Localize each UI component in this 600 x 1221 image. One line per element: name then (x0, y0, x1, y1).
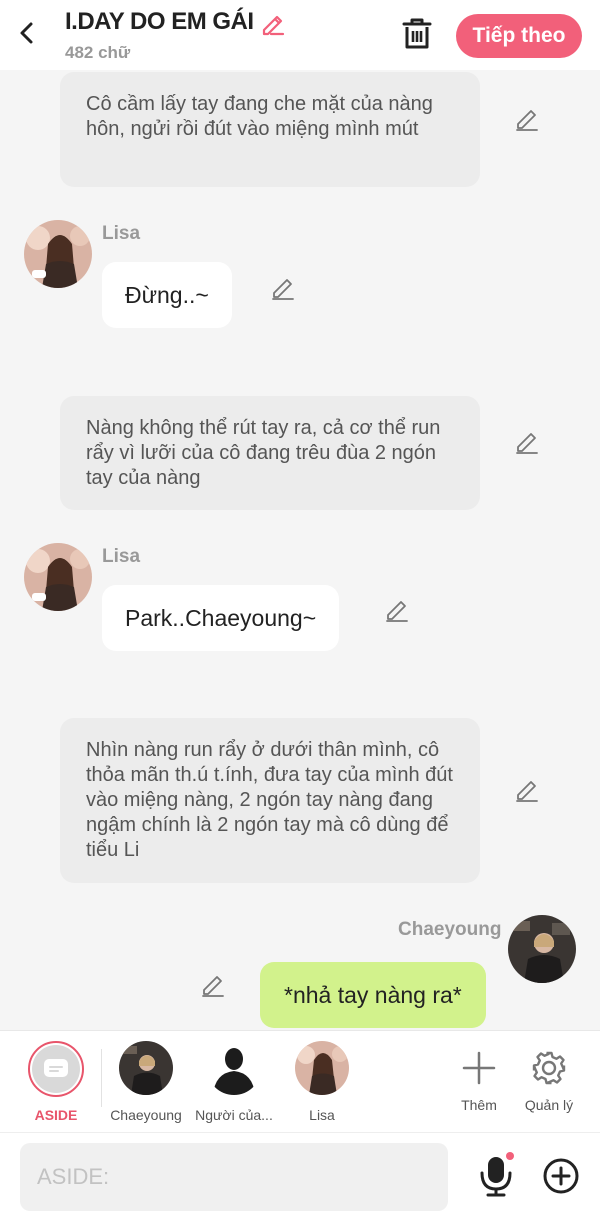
plus-icon (462, 1051, 496, 1085)
gear-icon (532, 1051, 566, 1085)
edit-icon[interactable] (200, 972, 226, 998)
character-label: ASIDE (34, 1107, 78, 1123)
edit-icon[interactable] (270, 275, 296, 301)
edit-title-icon[interactable] (258, 10, 286, 38)
microphone-icon[interactable] (478, 1151, 514, 1201)
lisa-avatar[interactable] (24, 220, 92, 288)
lisa-avatar[interactable] (24, 543, 92, 611)
narration-bubble[interactable]: Cô cầm lấy tay đang che mặt của nàng hôn… (60, 72, 480, 187)
message-bubble[interactable]: Đừng..~ (102, 262, 232, 328)
edit-icon[interactable] (384, 597, 410, 623)
sender-name: Chaeyoung (398, 919, 502, 940)
lisa-avatar (295, 1041, 349, 1095)
back-arrow-icon[interactable] (12, 18, 42, 48)
story-title: I.DAY DO EM GÁI (65, 8, 254, 35)
character-aside[interactable]: ASIDE (11, 1041, 101, 1131)
top-bar: I.DAY DO EM GÁI 482 chữ Tiếp theo (0, 0, 600, 70)
narration-bubble[interactable]: Nhìn nàng run rẩy ở dưới thân mình, cô t… (60, 718, 480, 883)
sender-name: Lisa (102, 546, 141, 567)
next-button[interactable]: Tiếp theo (456, 14, 582, 58)
chaeyoung-avatar (119, 1041, 173, 1095)
edit-icon[interactable] (514, 106, 540, 132)
message-bubble[interactable]: Park..Chaeyoung~ (102, 585, 340, 651)
character-label: Chaeyoung (110, 1107, 182, 1123)
aside-chat-icon (44, 1059, 68, 1077)
narration-bubble[interactable]: Nàng không thể rút tay ra, cả cơ thể run… (60, 396, 480, 510)
character-other[interactable]: Người của... (189, 1041, 279, 1131)
message-input[interactable] (20, 1143, 448, 1211)
trash-icon[interactable] (400, 16, 434, 52)
character-label: Người của... (195, 1107, 273, 1123)
chat-area[interactable]: Cô cầm lấy tay đang che mặt của nàng hôn… (0, 70, 600, 1030)
character-chaeyoung[interactable]: Chaeyoung (101, 1041, 191, 1131)
silhouette-avatar (207, 1041, 261, 1095)
character-label: Quản lý (524, 1097, 574, 1113)
add-circle-icon[interactable] (542, 1157, 580, 1195)
manage-button[interactable]: Quản lý (504, 1041, 594, 1131)
my-message-bubble[interactable]: *nhả tay nàng ra* (260, 962, 486, 1028)
chaeyoung-avatar[interactable] (508, 915, 576, 983)
input-bar (0, 1132, 600, 1221)
character-bar: ASIDE Chaeyoung Người của... Lisa Thêm Q… (0, 1030, 600, 1132)
character-label: Lisa (309, 1107, 335, 1123)
edit-icon[interactable] (514, 777, 540, 803)
edit-icon[interactable] (514, 429, 540, 455)
sender-name: Lisa (102, 223, 141, 244)
word-count: 482 chữ (65, 43, 131, 62)
character-lisa[interactable]: Lisa (277, 1041, 367, 1131)
